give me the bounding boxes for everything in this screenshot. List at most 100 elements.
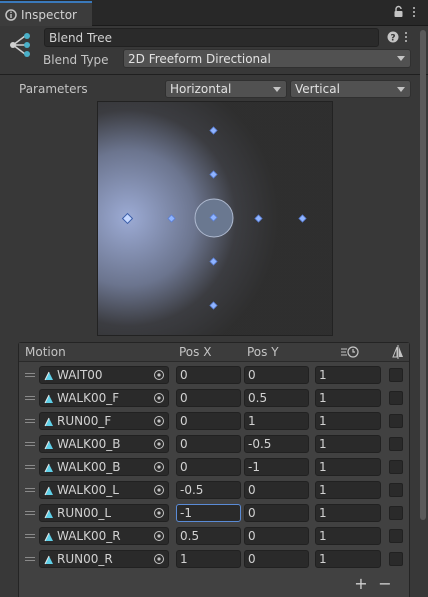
time-scale-value: 1 [319,460,327,474]
drag-handle-icon[interactable] [25,534,35,538]
time-scale-field[interactable]: 1 [315,366,381,384]
time-scale-field[interactable]: 1 [315,435,381,453]
pos-x-value: -0.5 [180,483,204,497]
menu-icon[interactable] [410,5,418,19]
mirror-checkbox[interactable] [389,483,403,497]
scrollbar[interactable] [420,30,426,520]
pos-y-field[interactable]: 1 [244,412,309,430]
time-scale-field[interactable]: 1 [315,550,381,568]
tab-label: Inspector [21,7,77,22]
drag-handle-icon[interactable] [25,488,35,492]
table-row: WALK00_B 0 -0.5 1 [19,433,409,456]
pos-y-value: 0 [248,529,256,543]
pos-y-field[interactable]: 0 [244,481,309,499]
motion-name: WALK00_L [57,483,119,497]
time-scale-field[interactable]: 1 [315,389,381,407]
animation-clip-icon [44,393,54,404]
motion-name: WALK00_B [57,437,121,451]
pos-y-field[interactable]: 0 [244,550,309,568]
object-picker-icon[interactable] [150,505,168,521]
motion-field[interactable]: RUN00_R [39,550,169,568]
mirror-checkbox[interactable] [389,437,403,451]
pos-y-value: 0.5 [248,391,268,405]
pos-x-field[interactable]: 0 [176,366,241,384]
pos-x-field[interactable]: 1 [176,550,241,568]
time-scale-field[interactable]: 1 [315,412,381,430]
motion-field[interactable]: RUN00_F [39,412,169,430]
object-picker-icon[interactable] [150,436,168,452]
blend-type-dropdown[interactable]: 2D Freeform Directional [123,49,411,68]
table-row: WALK00_B 0 -1 1 [19,456,409,479]
settings-icon[interactable] [402,30,410,44]
pos-x-field[interactable]: -0.5 [176,481,241,499]
time-scale-field[interactable]: 1 [315,527,381,545]
time-scale-field[interactable]: 1 [315,504,381,522]
tab-inspector[interactable]: Inspector [0,1,92,26]
chevron-down-icon [273,86,281,92]
drag-handle-icon[interactable] [25,511,35,515]
object-picker-icon[interactable] [150,413,168,429]
animation-clip-icon [44,485,54,496]
pos-x-field[interactable]: 0 [176,435,241,453]
pos-y-field[interactable]: -0.5 [244,435,309,453]
mirror-checkbox[interactable] [389,529,403,543]
mirror-checkbox[interactable] [389,368,403,382]
object-picker-icon[interactable] [150,551,168,567]
mirror-checkbox[interactable] [389,414,403,428]
time-scale-field[interactable]: 1 [315,481,381,499]
parameter-y-dropdown[interactable]: Vertical [290,80,411,98]
motion-field[interactable]: WALK00_R [39,527,169,545]
pos-x-field[interactable]: 0 [176,412,241,430]
pos-y-field[interactable]: 0.5 [244,389,309,407]
pos-y-value: 0 [248,552,256,566]
object-picker-icon[interactable] [150,528,168,544]
mirror-checkbox[interactable] [389,552,403,566]
pos-y-field[interactable]: -1 [244,458,309,476]
add-motion-button[interactable]: + [352,574,370,594]
time-scale-value: 1 [319,552,327,566]
drag-handle-icon[interactable] [25,373,35,377]
help-icon[interactable]: ? [387,31,399,44]
pos-x-field[interactable]: -1 [176,504,241,522]
motion-field[interactable]: WALK00_L [39,481,169,499]
parameter-x-dropdown[interactable]: Horizontal [165,80,287,98]
pos-x-field[interactable]: 0 [176,389,241,407]
mirror-icon [392,344,404,363]
motion-field[interactable]: WALK00_B [39,435,169,453]
header-pos-x: Pos X [179,345,212,359]
blend-type-label: Blend Type [43,53,109,67]
drag-handle-icon[interactable] [25,557,35,561]
motion-field[interactable]: RUN00_L [39,504,169,522]
motion-field[interactable]: WAIT00 [39,366,169,384]
time-scale-value: 1 [319,483,327,497]
animation-clip-icon [44,531,54,542]
blend-tree-name-field[interactable]: Blend Tree [44,28,379,47]
pos-x-value: 0 [180,460,188,474]
pos-x-field[interactable]: 0 [176,458,241,476]
motion-field[interactable]: WALK00_F [39,389,169,407]
mirror-checkbox[interactable] [389,391,403,405]
drag-handle-icon[interactable] [25,442,35,446]
pos-y-field[interactable]: 0 [244,366,309,384]
animation-clip-icon [44,508,54,519]
pos-y-field[interactable]: 0 [244,527,309,545]
drag-handle-icon[interactable] [25,419,35,423]
motion-name: RUN00_F [57,414,112,428]
object-picker-icon[interactable] [150,390,168,406]
object-picker-icon[interactable] [150,482,168,498]
motion-field[interactable]: WALK00_B [39,458,169,476]
blend-graph[interactable] [97,101,333,336]
time-scale-field[interactable]: 1 [315,458,381,476]
pos-x-field[interactable]: 0.5 [176,527,241,545]
object-picker-icon[interactable] [150,459,168,475]
drag-handle-icon[interactable] [25,396,35,400]
pos-y-value: 0 [248,483,256,497]
motion-name: WALK00_B [57,460,121,474]
mirror-checkbox[interactable] [389,506,403,520]
remove-motion-button[interactable]: − [376,574,394,594]
lock-icon[interactable] [394,5,403,18]
drag-handle-icon[interactable] [25,465,35,469]
mirror-checkbox[interactable] [389,460,403,474]
object-picker-icon[interactable] [150,367,168,383]
pos-y-field[interactable]: 0 [244,504,309,522]
